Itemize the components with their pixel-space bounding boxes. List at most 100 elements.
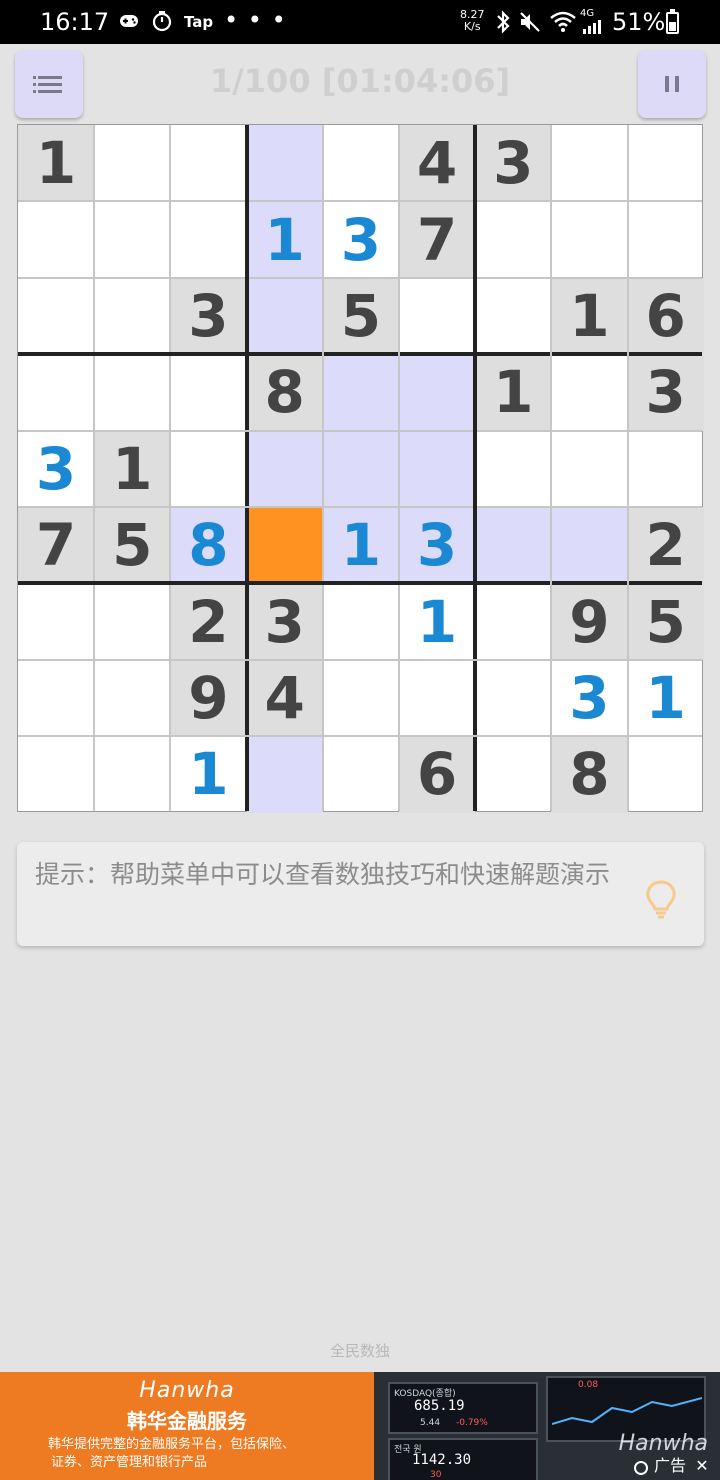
grid-line: [18, 429, 702, 432]
sudoku-cell[interactable]: [323, 583, 399, 659]
sudoku-cell[interactable]: [94, 583, 170, 659]
sudoku-cell[interactable]: 2: [627, 507, 704, 584]
ad-banner[interactable]: Hanwha 韩华金融服务 韩华提供完整的金融服务平台，包括保险、 证券、资产管…: [0, 1372, 720, 1480]
sudoku-cell[interactable]: [170, 431, 246, 507]
sudoku-cell[interactable]: 3: [627, 354, 704, 431]
sudoku-cell[interactable]: 1: [18, 125, 95, 202]
sudoku-cell[interactable]: [323, 660, 399, 736]
sudoku-cell[interactable]: 5: [94, 507, 171, 584]
sudoku-cell[interactable]: 1: [246, 201, 323, 278]
sudoku-cell[interactable]: [551, 201, 627, 277]
sudoku-cell[interactable]: [170, 125, 246, 201]
sudoku-cell[interactable]: 5: [627, 583, 704, 660]
sudoku-cell[interactable]: [94, 354, 170, 430]
sudoku-cell[interactable]: 1: [628, 660, 704, 736]
sudoku-cell[interactable]: 8: [551, 736, 628, 813]
close-icon[interactable]: ✕: [688, 1456, 716, 1476]
sudoku-cell[interactable]: [94, 201, 170, 277]
sudoku-cell[interactable]: [18, 736, 94, 812]
stopwatch-icon: [151, 10, 173, 37]
sudoku-cell[interactable]: [170, 354, 246, 430]
sudoku-cell[interactable]: 1: [322, 507, 399, 584]
sudoku-cell[interactable]: [399, 660, 475, 736]
sudoku-cell[interactable]: 6: [399, 736, 476, 813]
sudoku-cell[interactable]: 3: [551, 660, 627, 736]
sudoku-cell[interactable]: [246, 277, 323, 355]
sudoku-cell[interactable]: [322, 354, 399, 431]
sudoku-cell[interactable]: 3: [246, 583, 323, 660]
sudoku-cell[interactable]: 1: [475, 354, 552, 431]
ad-image[interactable]: KOSDAQ(종합) 685.19 5.44 -0.79% 전국 원 1142.…: [374, 1372, 720, 1480]
sudoku-cell[interactable]: 3: [399, 507, 476, 584]
sudoku-cell[interactable]: 7: [18, 507, 95, 584]
sudoku-cell[interactable]: [551, 125, 627, 201]
sudoku-cell[interactable]: [628, 201, 704, 277]
sudoku-cell[interactable]: 3: [170, 277, 247, 355]
sudoku-cell[interactable]: 1: [94, 430, 171, 507]
sudoku-cell[interactable]: [18, 660, 94, 736]
sudoku-cell[interactable]: [246, 736, 323, 813]
sudoku-cell[interactable]: [399, 430, 476, 507]
sudoku-cell[interactable]: 4: [399, 125, 476, 202]
pause-button[interactable]: [638, 50, 706, 118]
sudoku-cell[interactable]: 8: [170, 507, 247, 584]
sudoku-cell[interactable]: [475, 736, 551, 812]
sudoku-cell[interactable]: [551, 354, 627, 430]
sudoku-cell[interactable]: [475, 660, 551, 736]
ad-text-panel[interactable]: Hanwha 韩华金融服务 韩华提供完整的金融服务平台，包括保险、 证券、资产管…: [0, 1372, 374, 1480]
sudoku-cell[interactable]: [475, 507, 552, 584]
sudoku-cell[interactable]: [551, 507, 628, 584]
sudoku-cell[interactable]: 1: [551, 277, 628, 355]
sudoku-cell[interactable]: [551, 431, 627, 507]
sudoku-cell[interactable]: [628, 736, 704, 812]
sudoku-cell[interactable]: 9: [551, 583, 628, 660]
sudoku-cell[interactable]: [399, 278, 475, 354]
sudoku-cell[interactable]: [246, 125, 323, 202]
puzzle-progress-timer: 1/100 [01:04:06]: [209, 62, 511, 100]
sudoku-cell[interactable]: [323, 125, 399, 201]
tap-app-label: Tap: [184, 13, 214, 31]
sudoku-cell[interactable]: [475, 583, 551, 659]
sudoku-cell[interactable]: [18, 583, 94, 659]
sudoku-cell[interactable]: 6: [627, 277, 704, 355]
hint-card[interactable]: 提示：帮助菜单中可以查看数独技巧和快速解题演示: [17, 842, 704, 946]
sudoku-cell[interactable]: [18, 278, 94, 354]
sudoku-cell[interactable]: [475, 201, 551, 277]
app-name: 全民数独: [329, 1342, 390, 1360]
sudoku-cell[interactable]: [94, 660, 170, 736]
sudoku-cell[interactable]: [246, 507, 323, 584]
grid-line: [93, 125, 96, 811]
lightbulb-icon[interactable]: [639, 876, 683, 920]
sudoku-cell[interactable]: 1: [399, 583, 475, 659]
sudoku-cell[interactable]: [475, 278, 551, 354]
sudoku-cell[interactable]: 7: [399, 201, 476, 278]
sudoku-cell[interactable]: 1: [170, 736, 246, 812]
sudoku-cell[interactable]: [322, 430, 399, 507]
sudoku-cell[interactable]: 3: [18, 431, 94, 507]
battery-icon: [666, 9, 679, 34]
sudoku-cell[interactable]: 3: [475, 125, 552, 202]
sudoku-cell[interactable]: [170, 201, 246, 277]
sudoku-cell[interactable]: [399, 354, 476, 431]
sudoku-cell[interactable]: [18, 201, 94, 277]
sudoku-cell[interactable]: [475, 431, 551, 507]
sudoku-cell[interactable]: 5: [322, 277, 399, 355]
ad-description: 韩华提供完整的金融服务平台，包括保险、 证券、资产管理和银行产品: [48, 1437, 296, 1470]
sudoku-cell[interactable]: 3: [323, 201, 399, 277]
sudoku-cell[interactable]: [94, 278, 170, 354]
sudoku-cell[interactable]: [628, 431, 704, 507]
sudoku-cell[interactable]: [323, 736, 399, 812]
sudoku-cell[interactable]: [18, 354, 94, 430]
sudoku-cell[interactable]: [94, 125, 170, 201]
ad-settings-icon[interactable]: [634, 1461, 648, 1475]
sudoku-cell[interactable]: 8: [246, 354, 323, 431]
sudoku-cell[interactable]: 2: [170, 583, 247, 660]
sudoku-cell[interactable]: 9: [170, 659, 247, 737]
grid-line: [18, 658, 702, 661]
signal-icon: [582, 18, 606, 39]
sudoku-cell[interactable]: [246, 430, 323, 507]
sudoku-cell[interactable]: [628, 125, 704, 201]
sudoku-cell[interactable]: [94, 736, 170, 812]
ad-headline: 韩华金融服务: [127, 1409, 247, 1433]
sudoku-cell[interactable]: 4: [246, 659, 323, 737]
